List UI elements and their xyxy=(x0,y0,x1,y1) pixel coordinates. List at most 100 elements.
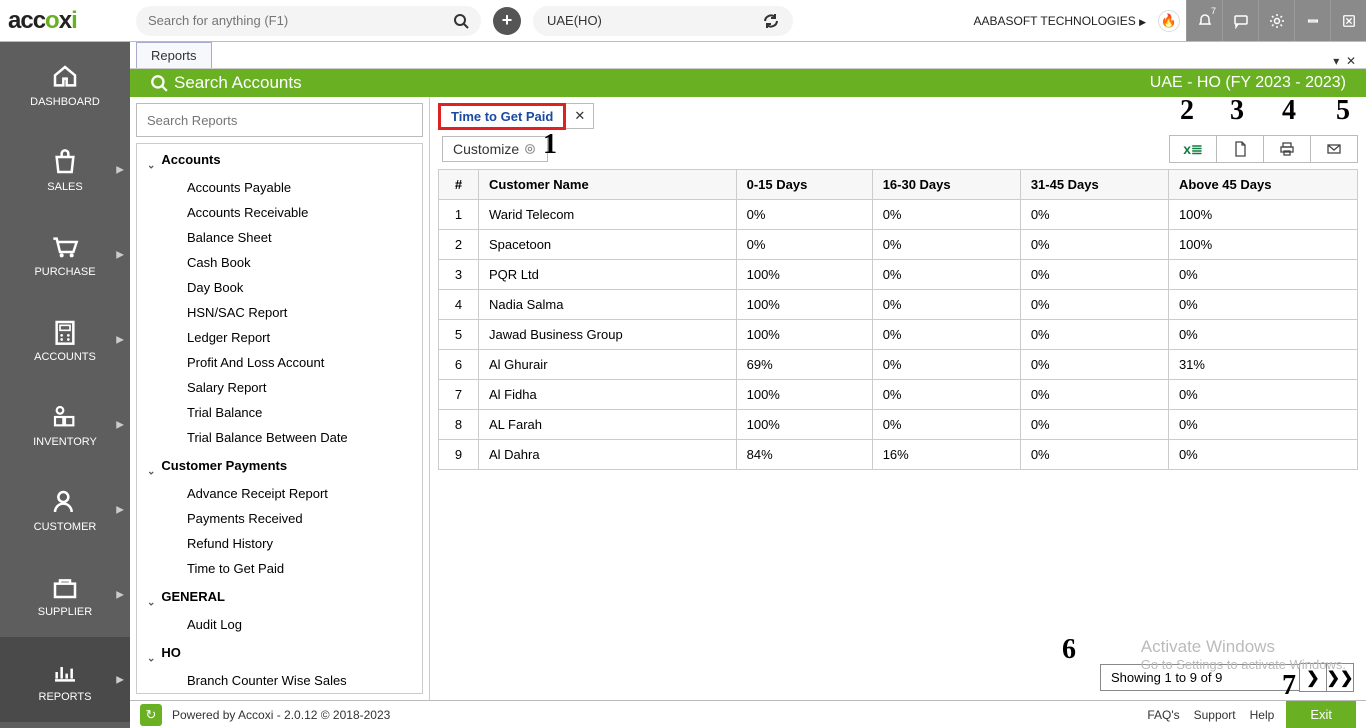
footer-logo-icon: ↻ xyxy=(140,704,162,726)
export-pdf-button[interactable] xyxy=(1216,135,1264,163)
fire-icon[interactable]: 🔥 xyxy=(1158,10,1180,32)
report-item[interactable]: Profit And Loss Account xyxy=(137,350,422,375)
nav-customer[interactable]: CUSTOMER▶ xyxy=(0,467,130,552)
search-accounts[interactable]: Search Accounts xyxy=(150,73,302,93)
export-excel-button[interactable]: x≣ xyxy=(1169,135,1217,163)
table-cell: Al Ghurair xyxy=(479,350,737,380)
pager-next[interactable]: ❯ xyxy=(1299,663,1327,692)
table-cell: Nadia Salma xyxy=(479,290,737,320)
table-row[interactable]: 6Al Ghurair69%0%0%31% xyxy=(439,350,1358,380)
minimize-button[interactable] xyxy=(1294,0,1330,41)
boxes-icon xyxy=(50,402,80,432)
report-item[interactable]: Trial Balance xyxy=(137,400,422,425)
email-button[interactable] xyxy=(1310,135,1358,163)
table-cell: 4 xyxy=(439,290,479,320)
table-row[interactable]: 4Nadia Salma100%0%0%0% xyxy=(439,290,1358,320)
report-item[interactable]: Salary Report xyxy=(137,375,422,400)
top-right: AABASOFT TECHNOLOGIES ▶ 🔥 7 xyxy=(973,0,1366,41)
table-cell: 0% xyxy=(1020,440,1168,470)
report-item[interactable]: Audit Log xyxy=(137,612,422,637)
content-tab-row: Time to Get Paid ✕ xyxy=(438,101,1358,131)
chat-icon[interactable] xyxy=(1222,0,1258,41)
report-group[interactable]: HO xyxy=(137,637,422,668)
table-cell: 100% xyxy=(736,260,872,290)
sync-icon[interactable] xyxy=(763,13,779,29)
table-cell: 8 xyxy=(439,410,479,440)
tab-reports[interactable]: Reports xyxy=(136,42,212,68)
content-tab-active[interactable]: Time to Get Paid xyxy=(438,103,566,130)
global-search[interactable] xyxy=(136,6,481,36)
reports-list[interactable]: AccountsAccounts PayableAccounts Receiva… xyxy=(136,143,423,694)
table-row[interactable]: 7Al Fidha100%0%0%0% xyxy=(439,380,1358,410)
gear-icon[interactable] xyxy=(1258,0,1294,41)
table-row[interactable]: 2Spacetoon0%0%0%100% xyxy=(439,230,1358,260)
table-row[interactable]: 3PQR Ltd100%0%0%0% xyxy=(439,260,1358,290)
report-item[interactable]: Branch Counter Wise Sales xyxy=(137,668,422,693)
search-input[interactable] xyxy=(148,13,453,28)
exit-button[interactable]: Exit xyxy=(1286,701,1356,728)
nav-supplier[interactable]: SUPPLIER▶ xyxy=(0,552,130,637)
report-item[interactable]: Payments Received xyxy=(137,506,422,531)
table-row[interactable]: 8AL Farah100%0%0%0% xyxy=(439,410,1358,440)
table-cell: 100% xyxy=(736,410,872,440)
chevron-right-icon: ▶ xyxy=(116,164,124,175)
footer-link[interactable]: Support xyxy=(1194,708,1236,722)
report-item[interactable]: Refund History xyxy=(137,531,422,556)
customize-button[interactable]: Customize xyxy=(442,136,548,162)
report-group[interactable]: GENERAL xyxy=(137,581,422,612)
report-item[interactable]: Ledger Report xyxy=(137,325,422,350)
table-header: 31-45 Days xyxy=(1020,170,1168,200)
search-icon[interactable] xyxy=(453,13,469,29)
report-item[interactable]: Trial Balance Between Date xyxy=(137,425,422,450)
table-row[interactable]: 9Al Dahra84%16%0%0% xyxy=(439,440,1358,470)
table-cell: 0% xyxy=(1020,200,1168,230)
company-name[interactable]: AABASOFT TECHNOLOGIES ▶ xyxy=(973,14,1146,28)
nav-reports[interactable]: REPORTS▶ xyxy=(0,637,130,722)
chevron-right-icon: ▶ xyxy=(116,334,124,345)
pager-last[interactable]: ❯❯ xyxy=(1326,663,1354,692)
report-item[interactable]: Accounts Payable xyxy=(137,175,422,200)
green-title: Search Accounts xyxy=(174,73,302,93)
table-row[interactable]: 1Warid Telecom0%0%0%100% xyxy=(439,200,1358,230)
report-item[interactable]: HSN/SAC Report xyxy=(137,300,422,325)
pager-row: 6 Showing 1 to 9 of 9 ❯ ❯❯ xyxy=(438,655,1358,700)
table-cell: 0% xyxy=(1020,260,1168,290)
nav-inventory[interactable]: INVENTORY▶ xyxy=(0,382,130,467)
report-item[interactable]: Cash Book xyxy=(137,250,422,275)
nav-purchase[interactable]: PURCHASE▶ xyxy=(0,212,130,297)
table-header: 0-15 Days xyxy=(736,170,872,200)
table-cell: 0% xyxy=(736,230,872,260)
nav-accounts[interactable]: ACCOUNTS▶ xyxy=(0,297,130,382)
bell-icon[interactable]: 7 xyxy=(1186,0,1222,41)
table-cell: 0% xyxy=(1168,440,1357,470)
search-reports[interactable] xyxy=(136,103,423,137)
content-tab-close[interactable]: ✕ xyxy=(566,103,594,129)
search-reports-input[interactable] xyxy=(147,113,412,128)
table-cell: 1 xyxy=(439,200,479,230)
report-group[interactable]: Customer Payments xyxy=(137,450,422,481)
pager: Showing 1 to 9 of 9 ❯ ❯❯ xyxy=(1100,663,1354,692)
tab-window-controls[interactable]: ▾ ✕ xyxy=(1333,54,1366,68)
region-select[interactable]: UAE(HO) xyxy=(533,6,793,36)
report-item[interactable]: Advance Receipt Report xyxy=(137,481,422,506)
close-button[interactable] xyxy=(1330,0,1366,41)
report-item[interactable]: Day Book xyxy=(137,275,422,300)
table-cell: 0% xyxy=(1020,230,1168,260)
report-group[interactable]: Accounts xyxy=(137,144,422,175)
report-item[interactable]: Accounts Receivable xyxy=(137,200,422,225)
table-row[interactable]: 5Jawad Business Group100%0%0%0% xyxy=(439,320,1358,350)
table-cell: 0% xyxy=(1168,320,1357,350)
table-cell: 2 xyxy=(439,230,479,260)
table-cell: 31% xyxy=(1168,350,1357,380)
footer-link[interactable]: Help xyxy=(1250,708,1275,722)
print-button[interactable] xyxy=(1263,135,1311,163)
nav-dashboard[interactable]: DASHBOARD xyxy=(0,42,130,127)
work-row: AccountsAccounts PayableAccounts Receiva… xyxy=(130,97,1366,700)
report-item[interactable]: Balance Sheet xyxy=(137,225,422,250)
footer-link[interactable]: FAQ's xyxy=(1147,708,1179,722)
report-item[interactable]: Time to Get Paid xyxy=(137,556,422,581)
chart-icon xyxy=(50,657,80,687)
nav-sales[interactable]: SALES▶ xyxy=(0,127,130,212)
add-button[interactable]: + xyxy=(493,7,521,35)
table-header: 16-30 Days xyxy=(872,170,1020,200)
